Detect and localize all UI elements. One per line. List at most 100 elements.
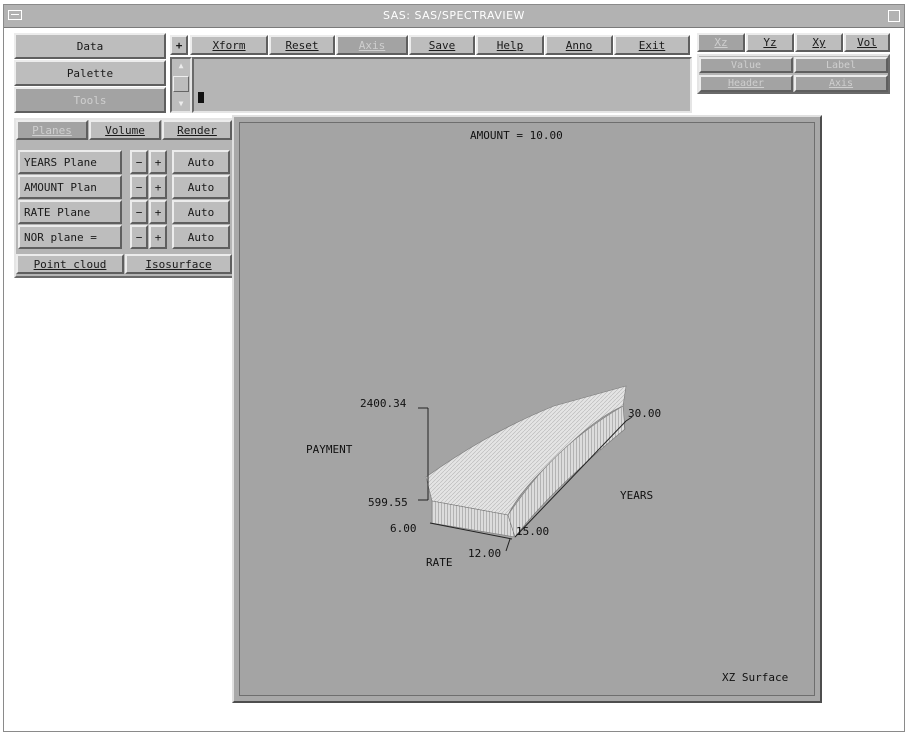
nor-minus-button[interactable]: −: [130, 225, 148, 249]
exit-button[interactable]: Exit: [614, 35, 690, 55]
isosurface-label: Isosurface: [145, 257, 212, 271]
years-plane-button[interactable]: YEARS Plane: [18, 150, 122, 174]
tab-vol[interactable]: Vol: [844, 33, 890, 52]
message-scrollbar[interactable]: ▲ ▼: [170, 57, 192, 113]
save-button[interactable]: Save: [409, 35, 475, 55]
tab-vol-label: Vol: [857, 36, 877, 49]
years-auto-button[interactable]: Auto: [172, 150, 230, 174]
header-option-label: Header: [727, 78, 765, 89]
data-menu-button[interactable]: Data: [14, 33, 166, 59]
surface-view-frame: AMOUNT = 10.00 PAYMENT 2400.34 599.55 6.…: [232, 115, 822, 703]
rate-plus-button[interactable]: +: [149, 200, 167, 224]
tools-menu-label: Tools: [73, 93, 107, 107]
amount-plane-button[interactable]: AMOUNT Plan: [18, 175, 122, 199]
nor-plus-label: +: [154, 230, 162, 244]
palette-menu-label: Palette: [66, 66, 114, 80]
years-minus-label: −: [135, 155, 143, 169]
point-cloud-label: Point cloud: [33, 257, 107, 271]
amount-minus-label: −: [135, 180, 143, 194]
surface-canvas[interactable]: AMOUNT = 10.00 PAYMENT 2400.34 599.55 6.…: [239, 122, 815, 696]
expand-plus-label: +: [175, 38, 183, 52]
axis-label: Axis: [358, 38, 386, 52]
nor-auto-button[interactable]: Auto: [172, 225, 230, 249]
tab-planes[interactable]: Planes: [16, 120, 88, 140]
amount-minus-button[interactable]: −: [130, 175, 148, 199]
rate-plane-label: RATE Plane: [24, 205, 91, 219]
scroll-thumb[interactable]: [173, 76, 189, 92]
rate-label: RATE: [426, 556, 453, 569]
tab-xz[interactable]: Xz: [697, 33, 745, 52]
amount-plane-label: AMOUNT Plan: [24, 180, 97, 194]
reset-button[interactable]: Reset: [269, 35, 335, 55]
years-plus-label: +: [154, 155, 162, 169]
nor-auto-label: Auto: [187, 230, 215, 244]
tab-volume-label: Volume: [105, 123, 145, 137]
tab-planes-label: Planes: [32, 123, 72, 137]
years-min-label: 15.00: [516, 525, 550, 538]
message-area[interactable]: [192, 57, 692, 113]
scroll-down-icon[interactable]: ▼: [173, 98, 189, 110]
text-cursor: [198, 92, 204, 103]
anno-button[interactable]: Anno: [545, 35, 613, 55]
data-menu-label: Data: [76, 39, 104, 53]
tab-yz-label: Yz: [763, 36, 777, 49]
expand-plus-button[interactable]: +: [170, 35, 188, 55]
value-option-label: Value: [730, 59, 762, 71]
amount-auto-button[interactable]: Auto: [172, 175, 230, 199]
header-option[interactable]: Header: [699, 75, 793, 92]
tab-xy-label: Xy: [812, 36, 826, 49]
rate-minus-label: −: [135, 205, 143, 219]
amount-auto-label: Auto: [187, 180, 215, 194]
point-cloud-button[interactable]: Point cloud: [16, 254, 124, 274]
label-option-label: Label: [825, 59, 857, 71]
value-option[interactable]: Value: [699, 57, 793, 73]
label-option[interactable]: Label: [794, 57, 888, 73]
payment-min-label: 599.55: [368, 496, 408, 509]
rate-min-label: 6.00: [390, 522, 417, 535]
isosurface-button[interactable]: Isosurface: [125, 254, 232, 274]
reset-label: Reset: [285, 38, 319, 52]
maximize-icon[interactable]: [888, 10, 900, 22]
amount-plus-button[interactable]: +: [149, 175, 167, 199]
tools-menu-button[interactable]: Tools: [14, 87, 166, 113]
axis-option[interactable]: Axis: [794, 75, 888, 92]
anno-label: Anno: [565, 38, 593, 52]
exit-label: Exit: [638, 38, 666, 52]
axis-button[interactable]: Axis: [336, 35, 408, 55]
xform-button[interactable]: Xform: [190, 35, 268, 55]
save-label: Save: [428, 38, 456, 52]
tab-xz-label: Xz: [714, 36, 728, 49]
tab-yz[interactable]: Yz: [746, 33, 794, 52]
payment-max-label: 2400.34: [360, 397, 407, 410]
axis-option-label: Axis: [828, 78, 854, 89]
years-plane-label: YEARS Plane: [24, 155, 97, 169]
nor-plane-button[interactable]: NOR plane =: [18, 225, 122, 249]
tab-volume[interactable]: Volume: [89, 120, 161, 140]
nor-plus-button[interactable]: +: [149, 225, 167, 249]
xform-label: Xform: [212, 38, 246, 52]
help-label: Help: [496, 38, 524, 52]
nor-plane-label: NOR plane =: [24, 230, 97, 244]
rate-minus-button[interactable]: −: [130, 200, 148, 224]
window-title: SAS: SAS/SPECTRAVIEW: [383, 9, 525, 22]
help-button[interactable]: Help: [476, 35, 544, 55]
tab-render[interactable]: Render: [162, 120, 232, 140]
title-bar: SAS: SAS/SPECTRAVIEW: [4, 5, 904, 28]
rate-plane-button[interactable]: RATE Plane: [18, 200, 122, 224]
rate-auto-label: Auto: [187, 205, 215, 219]
chart-header: AMOUNT = 10.00: [470, 129, 563, 142]
years-auto-label: Auto: [187, 155, 215, 169]
amount-plus-label: +: [154, 180, 162, 194]
tab-render-label: Render: [177, 123, 217, 137]
nor-minus-label: −: [135, 230, 143, 244]
surface-plot: [418, 385, 633, 552]
payment-label: PAYMENT: [306, 443, 353, 456]
rate-plus-label: +: [154, 205, 162, 219]
years-minus-button[interactable]: −: [130, 150, 148, 174]
rate-auto-button[interactable]: Auto: [172, 200, 230, 224]
years-plus-button[interactable]: +: [149, 150, 167, 174]
tab-xy[interactable]: Xy: [795, 33, 843, 52]
scroll-up-icon[interactable]: ▲: [173, 60, 189, 72]
years-max-label: 30.00: [628, 407, 662, 420]
palette-menu-button[interactable]: Palette: [14, 60, 166, 86]
